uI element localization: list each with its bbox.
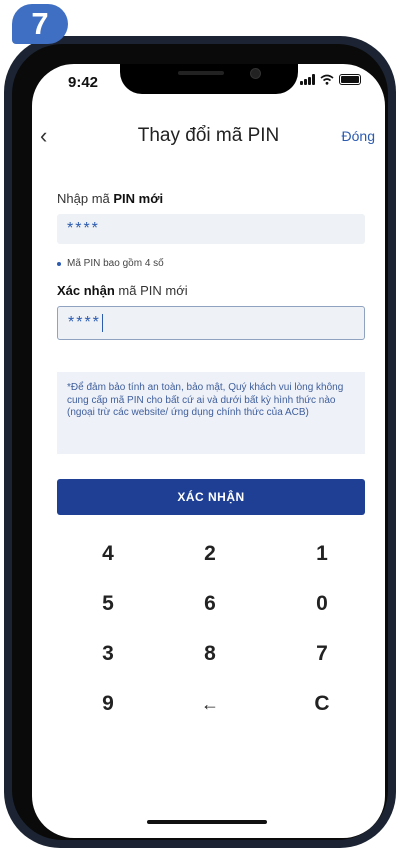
confirm-pin-field[interactable]: ****: [57, 306, 365, 340]
key-5[interactable]: 5: [78, 592, 138, 616]
new-pin-field[interactable]: ****: [57, 214, 365, 244]
close-button[interactable]: Đóng: [342, 128, 375, 144]
pin-hint-text: Mã PIN bao gồm 4 số: [67, 258, 164, 269]
battery-icon: [339, 74, 361, 85]
home-indicator[interactable]: [147, 820, 267, 824]
status-icons: [300, 74, 361, 85]
new-pin-label-bold: PIN mới: [113, 191, 164, 206]
camera-icon: [250, 68, 261, 79]
security-notice-text: *Để đảm bảo tính an toàn, bảo mật, Quý k…: [67, 382, 344, 418]
backspace-key[interactable]: ←: [180, 694, 240, 715]
speaker: [178, 71, 224, 75]
confirm-pin-label-bold: Xác nhận: [57, 283, 115, 298]
status-time: 9:42: [68, 74, 99, 91]
key-1[interactable]: 1: [292, 542, 352, 566]
new-pin-label: Nhập mã PIN mới: [57, 191, 163, 206]
page-title: Thay đổi mã PIN: [137, 125, 280, 146]
volume-down-button: [4, 286, 8, 342]
key-7[interactable]: 7: [292, 642, 352, 666]
confirm-button[interactable]: XÁC NHẬN: [57, 479, 365, 515]
step-number: 7: [31, 6, 49, 41]
key-0[interactable]: 0: [292, 592, 352, 616]
key-3[interactable]: 3: [78, 642, 138, 666]
key-6[interactable]: 6: [180, 592, 240, 616]
text-caret: [101, 313, 103, 332]
confirm-pin-label: Xác nhận mã PIN mới: [57, 283, 188, 298]
wifi-icon: [320, 74, 334, 85]
key-8[interactable]: 8: [180, 642, 240, 666]
phone-bezel: 9:42 ‹ Thay đổi mã PIN Đóng Nhập mã PIN …: [12, 44, 388, 840]
pin-hint: Mã PIN bao gồm 4 số: [57, 258, 164, 269]
new-pin-value: ****: [67, 220, 100, 237]
phone-frame: 9:42 ‹ Thay đổi mã PIN Đóng Nhập mã PIN …: [4, 36, 396, 848]
confirm-pin-label-rest: mã PIN mới: [118, 283, 188, 298]
power-button: [392, 236, 396, 324]
bullet-icon: [57, 261, 61, 266]
key-4[interactable]: 4: [78, 542, 138, 566]
security-notice: *Để đảm bảo tính an toàn, bảo mật, Quý k…: [57, 372, 365, 454]
new-pin-label-prefix: Nhập mã: [57, 191, 110, 206]
step-badge: 7: [12, 4, 68, 44]
key-9[interactable]: 9: [78, 692, 138, 716]
screen: 9:42 ‹ Thay đổi mã PIN Đóng Nhập mã PIN …: [32, 64, 385, 838]
key-2[interactable]: 2: [180, 542, 240, 566]
volume-up-button: [4, 216, 8, 272]
signal-icon: [300, 74, 315, 85]
nav-bar: ‹ Thay đổi mã PIN Đóng: [32, 119, 385, 159]
mute-switch: [4, 164, 8, 192]
confirm-pin-value: ****: [68, 314, 101, 331]
notch: [120, 64, 298, 94]
clear-key[interactable]: C: [292, 692, 352, 716]
